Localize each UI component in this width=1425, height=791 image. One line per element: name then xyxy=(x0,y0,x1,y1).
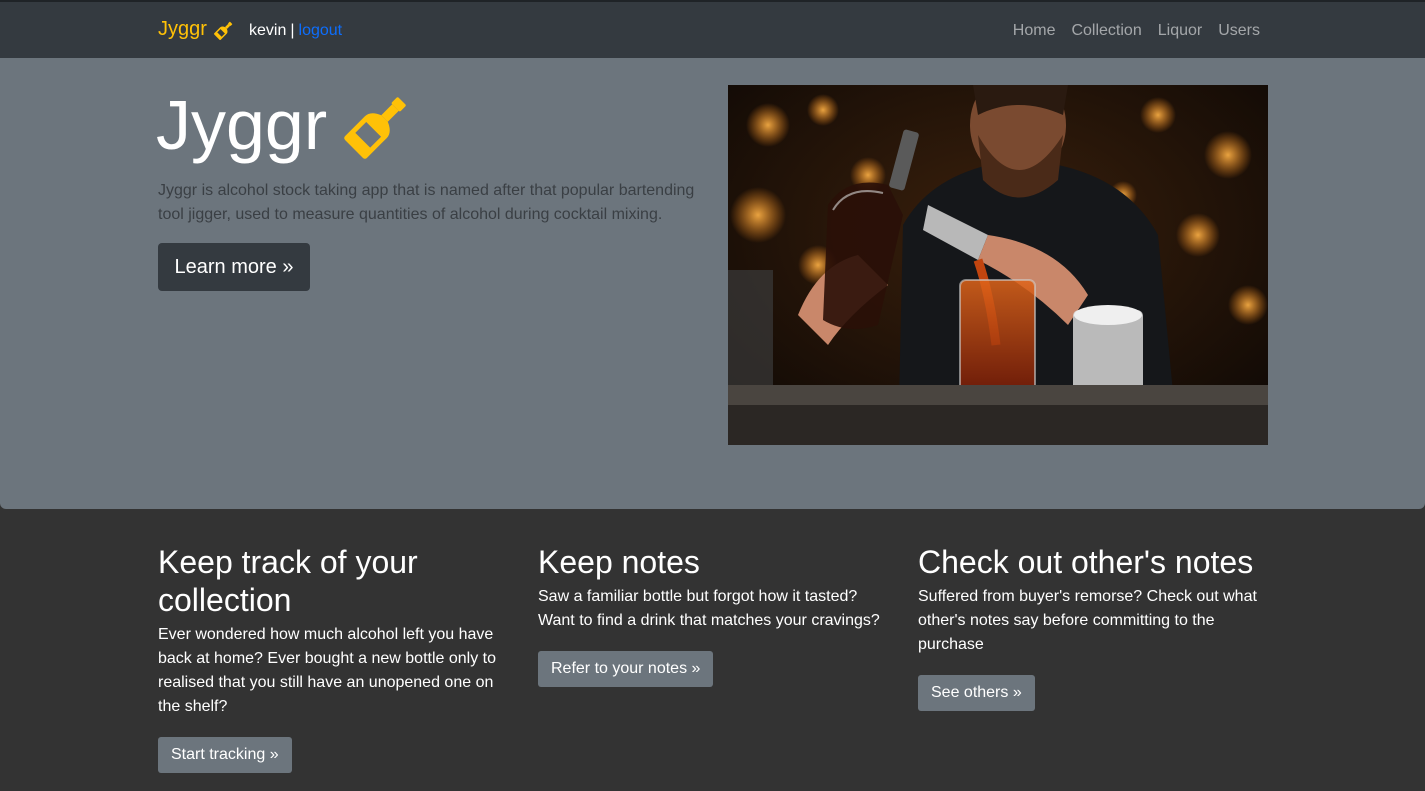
hero-title-text: Jyggr xyxy=(156,86,328,164)
bartender-photo xyxy=(728,85,1268,445)
see-others-button[interactable]: See others » xyxy=(918,675,1035,711)
hero-section: Jyggr Jyggr is alcohol stock taking app … xyxy=(0,58,1425,509)
user-area: kevin | logout xyxy=(249,22,342,40)
nav-liquor[interactable]: Liquor xyxy=(1158,22,1202,40)
feature-text: Saw a familiar bottle but forgot how it … xyxy=(538,588,880,629)
hero-description: Jyggr is alcohol stock taking app that i… xyxy=(158,182,695,223)
brand-name: Jyggr xyxy=(158,18,207,40)
feature-text: Suffered from buyer's remorse? Check out… xyxy=(918,588,1257,653)
feature-others: Check out other's notes Suffered from bu… xyxy=(918,543,1268,711)
nav-home[interactable]: Home xyxy=(1013,22,1056,40)
bottle-icon xyxy=(213,21,233,40)
username: kevin xyxy=(249,22,287,39)
feature-heading: Check out other's notes xyxy=(918,544,1254,580)
logout-link[interactable]: logout xyxy=(299,22,343,39)
hero-title: Jyggr xyxy=(156,88,415,162)
learn-more-button[interactable]: Learn more » xyxy=(158,243,310,291)
feature-heading: Keep track of your collection xyxy=(158,544,418,618)
feature-heading: Keep notes xyxy=(538,544,700,580)
nav-users[interactable]: Users xyxy=(1218,22,1260,40)
brand-link[interactable]: Jyggr xyxy=(158,18,235,41)
feature-text: Ever wondered how much alcohol left you … xyxy=(158,626,496,715)
bottle-icon xyxy=(344,97,406,159)
hero-image xyxy=(728,85,1268,445)
start-tracking-button[interactable]: Start tracking » xyxy=(158,737,292,773)
navbar: Jyggr kevin | logout Home Collection Liquo… xyxy=(0,0,1425,58)
nav-collection[interactable]: Collection xyxy=(1071,22,1141,40)
feature-track: Keep track of your collection Ever wonde… xyxy=(158,543,508,773)
nav-links: Home Collection Liquor Users xyxy=(1013,22,1260,40)
separator: | xyxy=(290,22,295,39)
refer-notes-button[interactable]: Refer to your notes » xyxy=(538,651,714,687)
feature-notes: Keep notes Saw a familiar bottle but for… xyxy=(538,543,893,687)
